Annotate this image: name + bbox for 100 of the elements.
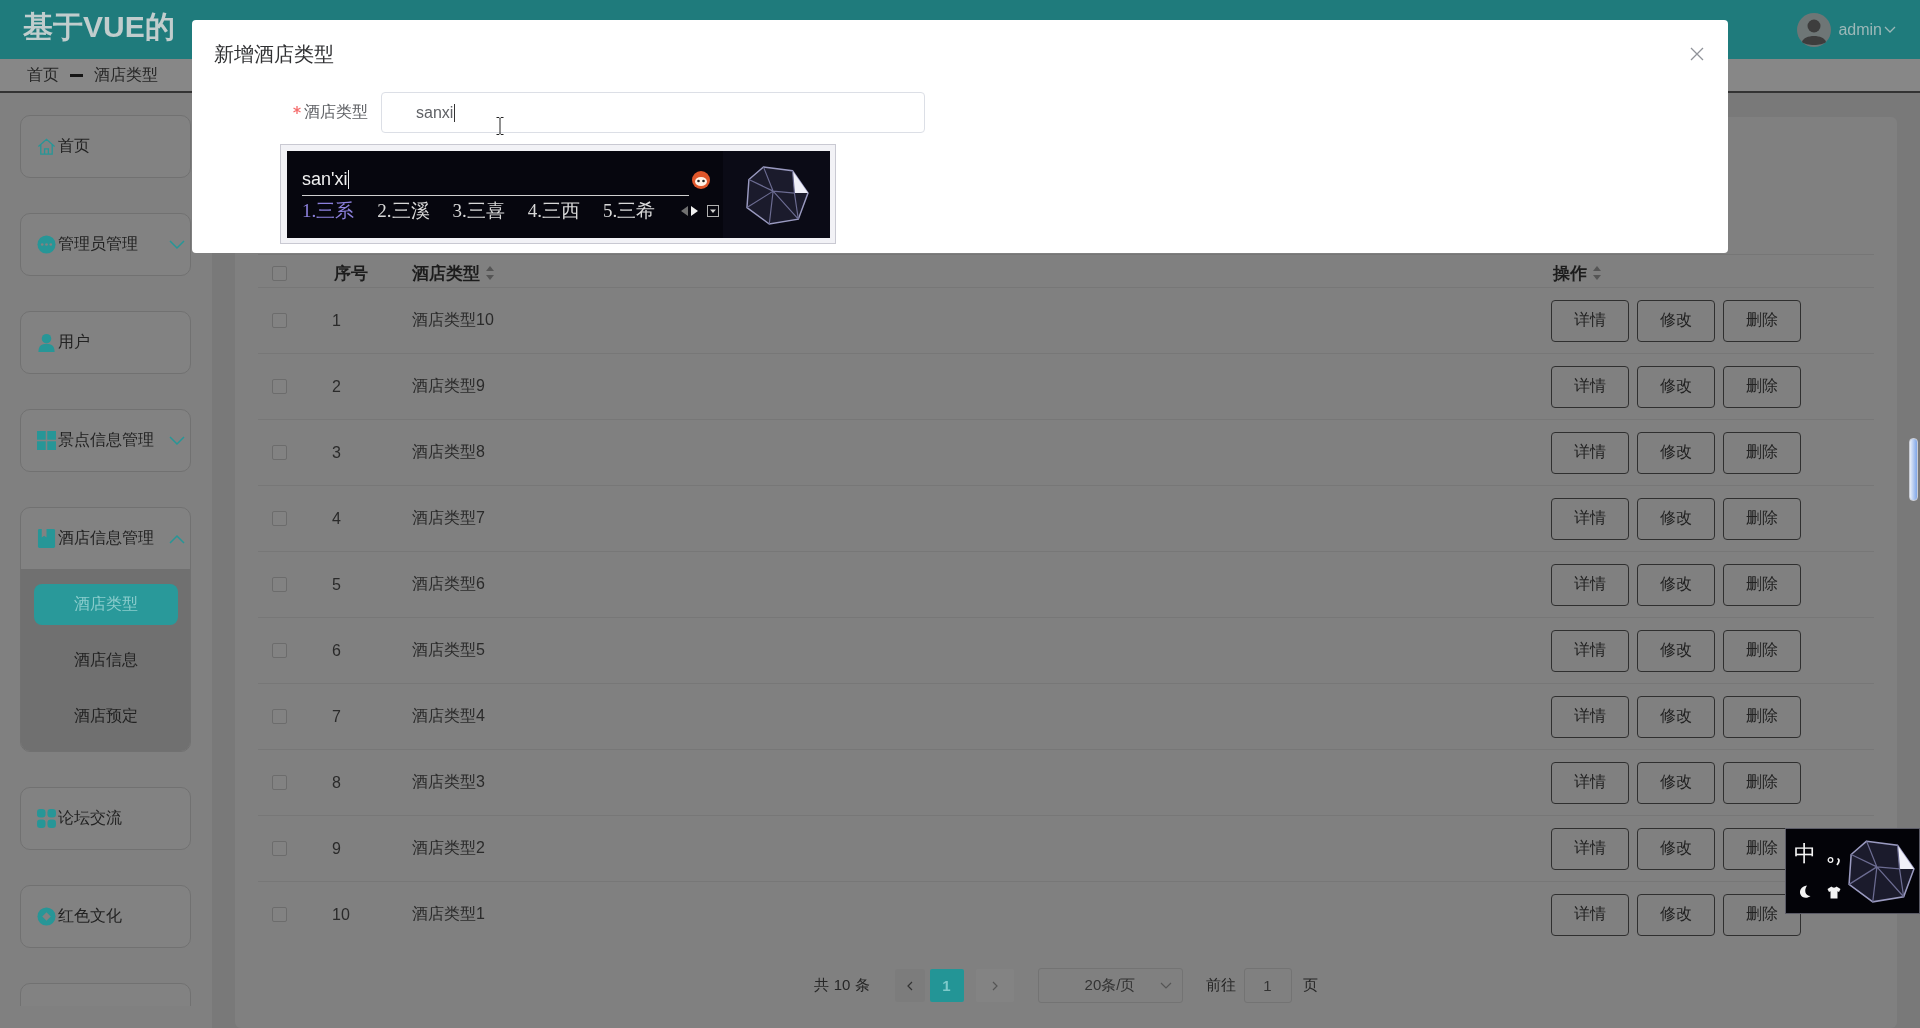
delete-button[interactable]: 删除 xyxy=(1723,695,1801,738)
ime-candidate[interactable]: 2.三溪 xyxy=(377,198,430,224)
user-icon xyxy=(37,333,56,352)
submenu-item[interactable]: 酒店预定 xyxy=(34,696,178,737)
detail-button[interactable]: 详情 xyxy=(1551,299,1629,342)
detail-button[interactable]: 详情 xyxy=(1551,365,1629,408)
triangle-left-icon[interactable] xyxy=(681,206,689,216)
breadcrumb-current: 酒店类型 xyxy=(94,64,158,85)
table-cell-text: 酒店类型6 xyxy=(412,574,485,594)
detail-button[interactable]: 详情 xyxy=(1551,629,1629,672)
table-cell: 4 xyxy=(332,509,341,528)
column-header: 操作 xyxy=(1553,262,1587,285)
detail-button[interactable]: 详情 xyxy=(1551,695,1629,738)
ellipsis-circle-icon xyxy=(37,235,56,254)
table-cell-text: 酒店类型3 xyxy=(412,772,485,792)
prev-page-button[interactable] xyxy=(894,969,925,1002)
detail-button[interactable]: 详情 xyxy=(1551,563,1629,606)
ime-candidate[interactable]: 3.三喜 xyxy=(452,198,505,224)
column-header: 酒店类型 xyxy=(412,262,480,285)
sort-icon[interactable] xyxy=(486,266,494,280)
goto-label: 前往 xyxy=(1205,976,1236,995)
sidebar-item[interactable]: 用户 xyxy=(20,311,191,374)
table-cell: 9 xyxy=(332,839,341,858)
delete-button[interactable]: 删除 xyxy=(1723,629,1801,672)
table-cell-text: 酒店类型1 xyxy=(412,904,485,924)
moon-icon[interactable] xyxy=(1798,885,1811,899)
delete-button[interactable]: 删除 xyxy=(1723,563,1801,606)
home-icon xyxy=(37,137,56,156)
bookmark-icon xyxy=(37,529,56,548)
grid-icon xyxy=(37,431,56,450)
edit-button[interactable]: 修改 xyxy=(1637,299,1715,342)
detail-button[interactable]: 详情 xyxy=(1551,497,1629,540)
delete-button[interactable]: 删除 xyxy=(1723,365,1801,408)
table-cell-text: 酒店类型10 xyxy=(412,310,494,330)
ime-candidate[interactable]: 5.三希 xyxy=(603,198,656,224)
sidebar-item[interactable]: 管理员管理 xyxy=(20,213,191,276)
triangle-right-icon[interactable] xyxy=(691,206,699,216)
detail-button[interactable]: 详情 xyxy=(1551,761,1629,804)
user-menu[interactable]: admin xyxy=(1838,20,1896,39)
table-cell-text: 酒店类型7 xyxy=(412,508,485,528)
text-cursor-icon xyxy=(496,117,504,135)
edit-button[interactable]: 修改 xyxy=(1637,365,1715,408)
table-cell-text: 酒店类型4 xyxy=(412,706,485,726)
page-size-select[interactable]: 20条/页 xyxy=(1037,968,1183,1003)
table-cell: 2 xyxy=(332,377,341,396)
close-icon[interactable] xyxy=(1690,47,1704,61)
dialog-title: 新增酒店类型 xyxy=(214,42,334,66)
total-count: 共 10 条 xyxy=(814,976,870,995)
edit-button[interactable]: 修改 xyxy=(1637,893,1715,936)
ime-composition-text: san'xi xyxy=(302,169,350,190)
chevron-right-icon xyxy=(990,980,999,991)
edit-button[interactable]: 修改 xyxy=(1637,827,1715,870)
sort-icon[interactable] xyxy=(1593,266,1601,280)
chevron-left-icon xyxy=(905,980,914,991)
breadcrumb-link[interactable]: 首页 xyxy=(27,64,59,86)
shirt-icon[interactable] xyxy=(1826,885,1841,899)
four-squares-icon xyxy=(37,809,56,828)
delete-button[interactable]: 删除 xyxy=(1723,761,1801,804)
sidebar-item[interactable]: 景点信息管理 xyxy=(20,409,191,472)
delete-button[interactable]: 删除 xyxy=(1723,299,1801,342)
ime-candidate[interactable]: 4.三西 xyxy=(527,198,580,224)
edit-button[interactable]: 修改 xyxy=(1637,497,1715,540)
scrollbar-thumb[interactable] xyxy=(1909,438,1918,501)
sidebar-item[interactable]: 酒店信息管理 xyxy=(21,508,190,569)
dropdown-icon[interactable] xyxy=(707,205,720,217)
detail-button[interactable]: 详情 xyxy=(1551,827,1629,870)
edit-button[interactable]: 修改 xyxy=(1637,695,1715,738)
sidebar-item[interactable]: 首页 xyxy=(20,115,191,178)
table-cell-text: 酒店类型8 xyxy=(412,442,485,462)
table-cell: 1 xyxy=(332,311,341,330)
circle-plus-icon xyxy=(37,907,56,926)
edit-button[interactable]: 修改 xyxy=(1637,431,1715,474)
submenu-item[interactable]: 酒店信息 xyxy=(34,640,178,681)
edit-button[interactable]: 修改 xyxy=(1637,761,1715,804)
mascot-icon[interactable] xyxy=(692,171,710,189)
table-cell-text: 酒店类型9 xyxy=(412,376,485,396)
sidebar-item[interactable]: 论坛交流 xyxy=(20,787,191,850)
table-cell: 7 xyxy=(332,707,341,726)
field-label: 酒店类型 xyxy=(304,102,368,122)
delete-button[interactable]: 删除 xyxy=(1723,431,1801,474)
table-cell: 3 xyxy=(332,443,341,462)
edit-button[interactable]: 修改 xyxy=(1637,563,1715,606)
table-cell: 6 xyxy=(332,641,341,660)
table-cell: 5 xyxy=(332,575,341,594)
ime-candidate[interactable]: 1.三系 xyxy=(302,198,355,224)
page-input[interactable]: 1 xyxy=(1243,968,1292,1003)
detail-button[interactable]: 详情 xyxy=(1551,431,1629,474)
avatar-icon[interactable] xyxy=(1797,12,1832,47)
page-suffix: 页 xyxy=(1302,976,1318,995)
caret-icon xyxy=(1884,25,1896,34)
chevron-down-icon xyxy=(1159,982,1172,990)
edit-button[interactable]: 修改 xyxy=(1637,629,1715,672)
delete-button[interactable]: 删除 xyxy=(1723,497,1801,540)
text-input[interactable]: sanxi xyxy=(381,92,925,133)
app-title: 基于VUE的 xyxy=(23,9,175,44)
table-cell-text: 酒店类型2 xyxy=(412,838,485,858)
column-header: 序号 xyxy=(334,262,368,285)
table-cell-text: 酒店类型5 xyxy=(412,640,485,660)
detail-button[interactable]: 详情 xyxy=(1551,893,1629,936)
sidebar-item[interactable]: 红色文化 xyxy=(20,885,191,948)
